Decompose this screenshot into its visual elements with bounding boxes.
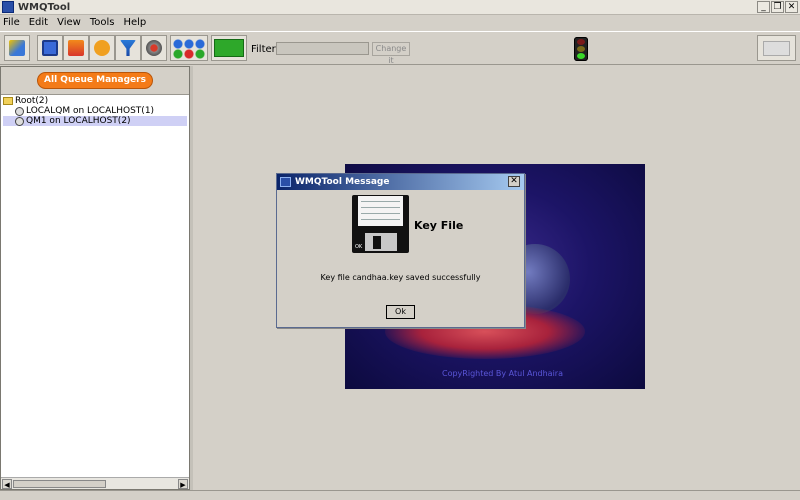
app-logo-icon [280, 177, 291, 187]
window-controls: _ ❐ ✕ [757, 1, 798, 13]
queue-manager-icon [15, 106, 24, 116]
refresh-icon [94, 40, 110, 56]
tree-root-label: Root(2) [15, 96, 49, 106]
horizontal-scrollbar[interactable]: ◀ ▶ [1, 477, 189, 489]
panel-icon [763, 41, 790, 56]
splash-credit: CopyRighted By Atul Andhaira [442, 369, 563, 378]
save-button[interactable] [37, 35, 63, 61]
connect-hand-icon [68, 40, 84, 56]
connect-button[interactable] [63, 35, 89, 61]
minimize-button[interactable]: _ [757, 1, 770, 13]
status-bar [0, 490, 800, 500]
save-disk-icon [42, 40, 58, 56]
scroll-thumb[interactable] [13, 480, 106, 488]
tree-item-qm1[interactable]: QM1 on LOCALHOST(2) [3, 116, 187, 126]
tree-item-localqm[interactable]: LOCALQM on LOCALHOST(1) [3, 106, 187, 116]
menu-help[interactable]: Help [123, 17, 146, 28]
floppy-disk-icon: OK [352, 195, 409, 253]
all-queue-managers-button[interactable]: All Queue Managers [37, 72, 153, 89]
queue-manager-header: All Queue Managers [1, 67, 189, 95]
status-dots-icon [173, 39, 205, 59]
dialog-heading: Key File [414, 219, 464, 232]
funnel-icon [120, 40, 136, 56]
menu-bar: File Edit View Tools Help [0, 15, 800, 30]
refresh-button[interactable] [89, 35, 115, 61]
message-dialog: WMQTool Message ✕ OK Key File Key file c… [276, 173, 525, 328]
exit-door-icon [9, 40, 25, 56]
menu-file[interactable]: File [3, 17, 20, 28]
traffic-light-icon [574, 37, 588, 61]
menu-edit[interactable]: Edit [29, 17, 48, 28]
dialog-title: WMQTool Message [295, 177, 390, 187]
filter-button[interactable] [115, 35, 141, 61]
floppy-label: OK [355, 244, 363, 250]
tree-item-label: QM1 on LOCALHOST(2) [26, 116, 131, 126]
queue-manager-panel: All Queue Managers Root(2) LOCALQM on LO… [0, 66, 190, 490]
status-lights-button[interactable] [170, 35, 208, 61]
dialog-ok-button[interactable]: Ok [386, 305, 415, 319]
tree-item-label: LOCALQM on LOCALHOST(1) [26, 106, 155, 116]
scroll-left-arrow[interactable]: ◀ [2, 479, 12, 489]
dialog-message: Key file candhaa.key saved successfully [320, 273, 481, 282]
monitor-graph-button[interactable] [211, 35, 247, 61]
filter-label: Filter: [251, 44, 279, 55]
settings-button[interactable] [141, 35, 167, 61]
dialog-title-bar[interactable]: WMQTool Message [277, 174, 524, 190]
dialog-close-button[interactable]: ✕ [508, 176, 520, 187]
queue-manager-icon [15, 116, 24, 126]
menu-view[interactable]: View [57, 17, 81, 28]
change-it-button[interactable]: Change it [372, 42, 410, 65]
folder-icon [3, 97, 13, 105]
menu-tools[interactable]: Tools [90, 17, 115, 28]
scroll-right-arrow[interactable]: ▶ [178, 479, 188, 489]
window-title: WMQTool [18, 1, 71, 13]
queue-manager-tree: Root(2) LOCALQM on LOCALHOST(1) QM1 on L… [3, 96, 187, 126]
toolbar: Filter: Change it [0, 31, 800, 65]
title-bar: WMQTool _ ❐ ✕ [0, 0, 800, 15]
exit-button[interactable] [4, 35, 30, 61]
app-logo-icon [2, 1, 14, 13]
close-button[interactable]: ✕ [785, 1, 798, 13]
tree-root[interactable]: Root(2) [3, 96, 187, 106]
panel-toggle-button[interactable] [757, 35, 796, 61]
restore-button[interactable]: ❐ [771, 1, 784, 13]
filter-input[interactable] [276, 42, 369, 55]
waveform-icon [214, 39, 244, 57]
gear-icon [146, 40, 162, 56]
